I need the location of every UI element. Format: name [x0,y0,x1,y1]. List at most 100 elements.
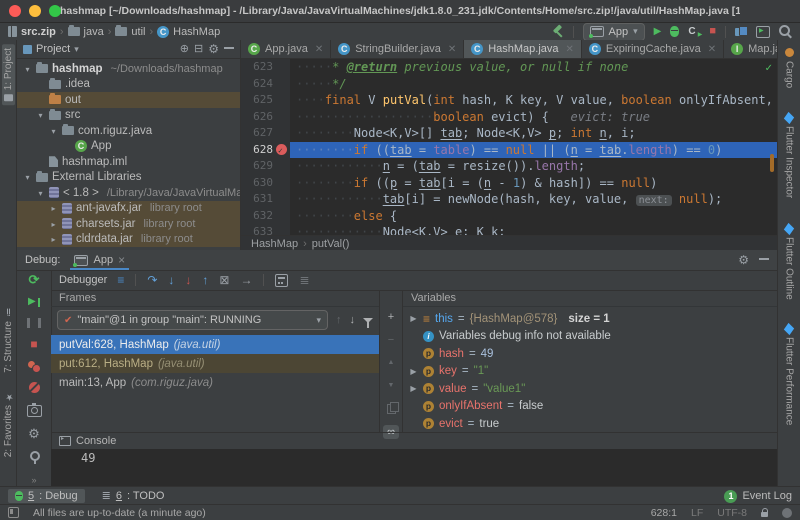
tree-item--1-8-[interactable]: < 1.8 >/Library/Java/JavaVirtualMachines… [17,185,240,201]
window-zoom-button[interactable] [49,5,61,17]
tool-window-tab-todo[interactable]: 6: TODO [95,489,172,503]
file-encoding-indicator[interactable]: UTF-8 [717,507,747,519]
close-icon[interactable]: ✕ [708,44,716,55]
project-structure-icon[interactable] [735,26,747,38]
chevron-expanded-icon[interactable] [23,63,32,75]
stack-frame-row[interactable]: main:13, App(com.riguz.java) [51,373,379,392]
variable-row-key[interactable]: ▶pkey = "1" [403,363,777,381]
close-icon[interactable]: ✕ [448,44,456,55]
move-down-icon[interactable]: ▼ [383,379,399,393]
editor-gutter[interactable]: 625 [241,92,290,109]
tool-strip-button-7-structure[interactable]: 7: Structure [3,308,14,373]
remove-watch-icon[interactable]: − [383,333,399,347]
locate-file-icon[interactable] [180,44,189,55]
run-icon[interactable] [654,26,662,37]
variable-row-hash[interactable]: phash = 49 [403,345,777,363]
chevron-collapsed-icon[interactable] [49,202,58,214]
caret-position[interactable]: 628:1 [651,507,677,519]
view-options-icon[interactable] [117,274,124,286]
editor-tab-expiringcache-java[interactable]: CExpiringCache.java✕ [582,40,724,58]
tree-item-charsets-jar[interactable]: charsets.jarlibrary root [17,216,240,232]
editor-gutter[interactable]: 627 [241,125,290,142]
hide-debug-panel-icon[interactable] [759,258,769,260]
breakpoint-slot[interactable] [276,111,287,122]
stack-frame-row[interactable]: putVal:628, HashMap(java.util) [51,335,379,354]
tool-strip-button-flutter-inspector[interactable]: Flutter Inspector [784,114,795,198]
read-only-lock-icon[interactable] [761,512,768,517]
tool-window-tab-debug[interactable]: 5: Debug [8,489,85,503]
tree-item-ant-javafx-jar[interactable]: ant-javafx.jarlibrary root [17,201,240,217]
more-icons-chevron[interactable]: » [17,475,51,485]
console-output[interactable]: 49 [51,449,777,487]
editor-tab-app-java[interactable]: CApp.java✕ [241,40,331,58]
mute-breakpoints-icon[interactable] [29,382,40,393]
chevron-collapsed-icon[interactable] [49,218,58,230]
chevron-collapsed-icon[interactable]: ▶ [409,384,418,393]
run-to-cursor-icon[interactable] [240,274,252,286]
force-step-into-icon[interactable] [185,274,191,286]
close-icon[interactable]: ✕ [566,44,574,55]
breakpoint-slot[interactable] [276,227,287,235]
editor-gutter[interactable]: 631 [241,191,290,208]
tree-item-cldrdata-jar[interactable]: cldrdata.jarlibrary root [17,232,240,248]
step-into-icon[interactable] [168,274,174,286]
breakpoint-slot[interactable] [276,62,287,73]
tree-item-com-riguz-java[interactable]: com.riguz.java [17,123,240,139]
breakpoint-slot[interactable] [276,177,287,188]
tool-strip-button-flutter-performance[interactable]: Flutter Performance [784,325,795,425]
add-watch-icon[interactable]: + [383,310,399,324]
tree-item-hashmap-iml[interactable]: hashmap.iml [17,154,240,170]
step-out-icon[interactable] [202,274,208,286]
run-anything-icon[interactable] [756,26,770,38]
debug-settings-gear-icon[interactable] [738,254,749,267]
event-log-button[interactable]: 1 Event Log [724,490,792,503]
debug-session-tab[interactable]: App [70,250,129,270]
tree-item-out[interactable]: out [17,92,240,108]
variable-row-this[interactable]: ▶≡this = {HashMap@578}size = 1 [403,310,777,328]
tree-item-hashmap[interactable]: hashmap~/Downloads/hashmap [17,61,240,77]
stop-icon[interactable] [30,338,37,351]
editor-gutter[interactable]: 630 [241,175,290,192]
view-breakpoints-icon[interactable] [28,361,41,372]
tool-strip-button-2-favorites[interactable]: 2: Favorites [3,391,14,457]
tool-strip-button-cargo[interactable]: Cargo [784,48,795,88]
editor-tab-stringbuilder-java[interactable]: CStringBuilder.java✕ [331,40,464,58]
chevron-collapsed-icon[interactable]: ▶ [409,314,418,323]
collapse-all-icon[interactable] [194,44,203,55]
breadcrumb-item-java[interactable]: java [68,26,104,38]
thread-selector[interactable]: ✔ "main"@1 in group "main": RUNNING [57,310,328,330]
breadcrumb-item-util[interactable]: util [115,26,145,38]
console-header[interactable]: Console [51,433,777,449]
chevron-expanded-icon[interactable] [49,125,58,137]
drop-frame-icon[interactable] [219,274,229,286]
tool-strip-button-1-project[interactable]: 1: Project [2,44,15,105]
stop-icon[interactable] [709,26,716,37]
editor-gutter[interactable]: 632 [241,208,290,225]
breakpoint-slot[interactable] [276,128,287,139]
breadcrumb-class[interactable]: HashMap [251,238,298,250]
debug-icon[interactable] [670,26,679,37]
editor-gutter[interactable]: 626 [241,109,290,126]
settings-icon[interactable] [28,427,40,441]
camera-icon[interactable] [27,405,42,417]
editor-gutter[interactable]: 628 [241,142,290,159]
run-with-coverage-icon[interactable] [688,26,700,38]
evaluate-expression-icon[interactable] [275,274,288,287]
hide-library-frames-icon[interactable] [363,318,373,323]
debugger-tab-label[interactable]: Debugger [59,274,107,286]
editor-gutter[interactable]: 623 [241,59,290,76]
breakpoint-slot[interactable] [276,95,287,106]
editor-gutter[interactable]: 633 [241,224,290,235]
editor-gutter[interactable]: 629 [241,158,290,175]
tree-item--idea[interactable]: .idea [17,77,240,93]
line-separator-indicator[interactable]: LF [691,507,703,519]
duplicate-icon[interactable] [383,402,399,416]
breadcrumb-item-hashmap[interactable]: CHashMap [157,26,220,38]
build-hammer-icon[interactable] [551,25,564,38]
window-close-button[interactable] [9,5,21,17]
step-over-icon[interactable] [147,274,157,286]
variable-row-onlyIfAbsent[interactable]: ponlyIfAbsent = false [403,398,777,416]
tree-item-src[interactable]: src [17,108,240,124]
hide-panel-icon[interactable] [224,47,234,49]
chevron-expanded-icon[interactable] [23,171,32,183]
